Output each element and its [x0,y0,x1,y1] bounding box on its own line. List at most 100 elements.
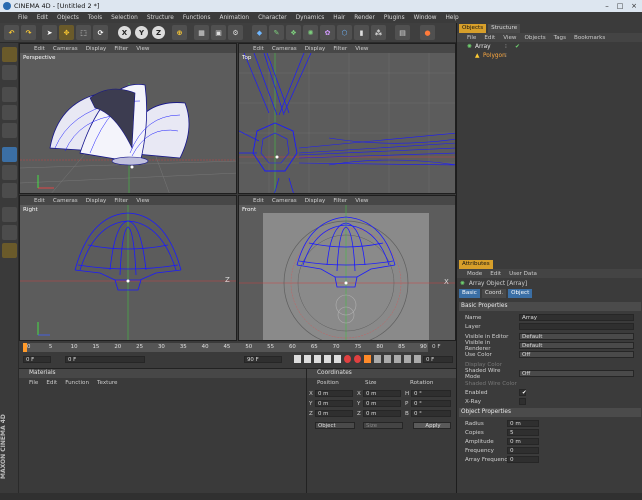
vp-menu-cameras[interactable]: Cameras [272,198,297,204]
go-start-icon[interactable] [294,355,301,363]
light-icon[interactable]: ⁂ [371,25,386,40]
array-frequency-field[interactable]: 0 [507,456,539,463]
deformer-icon[interactable]: ✿ [320,25,335,40]
position-z-field[interactable]: 0 m [315,410,353,417]
scene-icon[interactable]: ⬡ [337,25,352,40]
size-mode-select[interactable]: Size [363,422,403,429]
tweak-icon[interactable] [2,243,17,258]
auto-key-icon[interactable] [354,355,361,363]
menu-functions[interactable]: Functions [183,15,211,21]
go-end-icon[interactable] [334,355,341,363]
position-x-field[interactable]: 0 m [315,390,353,397]
vp-menu-edit[interactable]: Edit [253,46,264,52]
menu-file[interactable]: File [18,15,28,21]
vp-menu-filter[interactable]: Filter [114,198,128,204]
radius-field[interactable]: 0 m [507,420,539,427]
key-scale-icon[interactable] [394,355,401,363]
key-position-icon[interactable] [374,355,381,363]
menu-window[interactable]: Window [414,15,437,21]
menu-tools[interactable]: Tools [88,15,102,21]
polygons-mode-icon[interactable] [2,183,17,198]
vp-menu-edit[interactable]: Edit [34,46,45,52]
use-color-select[interactable]: Off [519,351,634,358]
menu-plugins[interactable]: Plugins [384,15,405,21]
vp-menu-cameras[interactable]: Cameras [53,198,78,204]
object-mode-icon[interactable] [2,87,17,102]
mat-menu-texture[interactable]: Texture [97,380,117,386]
key-selection-icon[interactable] [364,355,371,363]
vp-menu-view[interactable]: View [355,46,368,52]
points-mode-icon[interactable] [2,147,17,162]
vp-menu-view[interactable]: View [136,198,149,204]
cube-icon[interactable]: ◆ [252,25,267,40]
array-icon[interactable]: ✺ [303,25,318,40]
maximize-button[interactable]: □ [613,1,627,11]
tab-structure[interactable]: Structure [488,24,521,33]
obj-menu-bookmarks[interactable]: Bookmarks [574,35,605,41]
vp-menu-display[interactable]: Display [305,198,326,204]
spline-pen-icon[interactable]: ✎ [269,25,284,40]
vp-menu-display[interactable]: Display [305,46,326,52]
tab-attributes[interactable]: Attributes [459,260,493,269]
rotation-b-field[interactable]: 0 ° [411,410,451,417]
layout-icon[interactable]: ▤ [395,25,410,40]
viewport-top[interactable]: Edit Cameras Display Filter View Top [238,43,456,194]
subtab-basic[interactable]: Basic [459,289,480,298]
minimize-button[interactable]: – [600,1,614,11]
checker-icon[interactable] [2,225,17,240]
vp-menu-cameras[interactable]: Cameras [272,46,297,52]
viewport-front[interactable]: Edit Cameras Display Filter View Front X [238,195,456,341]
nurbs-icon[interactable]: ❖ [286,25,301,40]
obj-menu-view[interactable]: View [503,35,516,41]
enabled-checkbox[interactable]: ✔ [519,389,527,396]
key-rotation-icon[interactable] [384,355,391,363]
visible-renderer-select[interactable]: Default [519,342,634,349]
vp-menu-display[interactable]: Display [86,198,107,204]
vp-menu-filter[interactable]: Filter [333,46,347,52]
render-settings-icon[interactable]: ⚙ [228,25,243,40]
obj-menu-objects[interactable]: Objects [525,35,546,41]
axis-x-button[interactable]: X [118,26,131,39]
render-picture-icon[interactable]: ▣ [211,25,226,40]
size-z-field[interactable]: 0 m [363,410,401,417]
play-icon[interactable] [314,355,321,363]
vp-menu-view[interactable]: View [355,198,368,204]
rotation-p-field[interactable]: 0 ° [411,400,451,407]
record-icon[interactable]: ● [420,25,435,40]
next-frame-icon[interactable] [324,355,331,363]
record-key-icon[interactable] [344,355,351,363]
attr-menu-edit[interactable]: Edit [490,271,501,277]
vp-menu-cameras[interactable]: Cameras [53,46,78,52]
move-icon[interactable]: ✥ [59,25,74,40]
menu-help[interactable]: Help [445,15,458,21]
vp-menu-filter[interactable]: Filter [114,46,128,52]
vp-menu-edit[interactable]: Edit [253,198,264,204]
vp-menu-edit[interactable]: Edit [34,198,45,204]
vp-menu-filter[interactable]: Filter [333,198,347,204]
menu-dynamics[interactable]: Dynamics [296,15,325,21]
mat-menu-edit[interactable]: Edit [46,380,57,386]
axis-y-button[interactable]: Y [135,26,148,39]
workplane-icon[interactable] [2,123,17,138]
visibility-dots-icon[interactable]: ⁝ [505,53,507,59]
menu-objects[interactable]: Objects [57,15,79,21]
undo-icon[interactable]: ↶ [4,25,19,40]
object-row-polygon[interactable]: ▲ Polygon ⁝ [457,51,642,60]
amplitude-field[interactable]: 0 m [507,438,539,445]
coord-mode-select[interactable]: Object [315,422,355,429]
tab-objects[interactable]: Objects [459,24,487,33]
menu-selection[interactable]: Selection [111,15,138,21]
enabled-check-icon[interactable]: ✔ [515,44,520,50]
texture-mode-icon[interactable] [2,105,17,120]
close-button[interactable]: × [627,1,641,11]
mat-menu-file[interactable]: File [29,380,38,386]
object-row-array[interactable]: ✺ Array ⁝ ✔ [457,42,642,51]
copies-field[interactable]: 5 [507,429,539,436]
menu-character[interactable]: Character [258,15,287,21]
frequency-field[interactable]: 0 [507,447,539,454]
menu-hair[interactable]: Hair [333,15,345,21]
viewport-right[interactable]: Edit Cameras Display Filter View Right Z [19,195,237,341]
start-frame-field[interactable]: 0 F [65,356,145,363]
apply-button[interactable]: Apply [413,422,451,429]
obj-menu-tags[interactable]: Tags [554,35,566,41]
